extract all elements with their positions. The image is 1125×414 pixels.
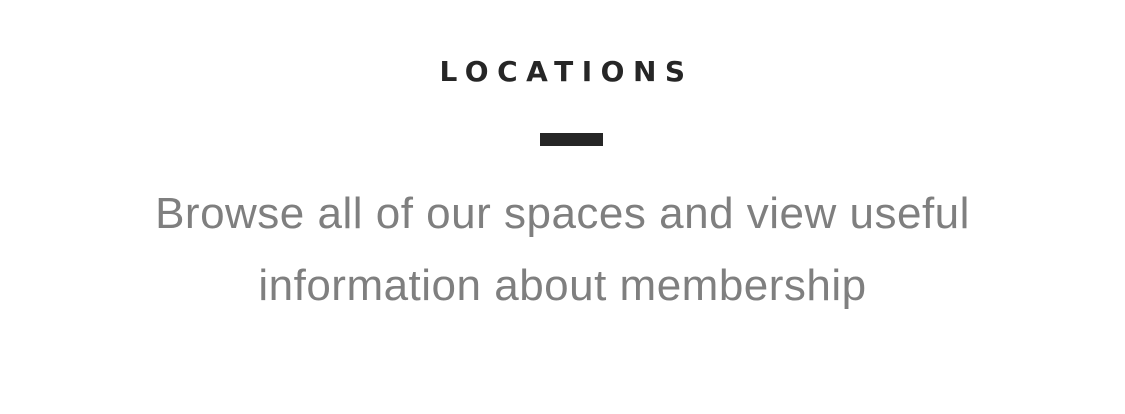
section-description: Browse all of our spaces and view useful…: [0, 178, 1125, 322]
section-heading: LOCATIONS: [439, 55, 694, 88]
description-line-1: Browse all of our spaces and view useful: [155, 189, 970, 238]
heading-divider: [540, 133, 603, 146]
description-line-2: information about membership: [258, 261, 867, 310]
locations-section: LOCATIONS Browse all of our spaces and v…: [0, 0, 1125, 414]
